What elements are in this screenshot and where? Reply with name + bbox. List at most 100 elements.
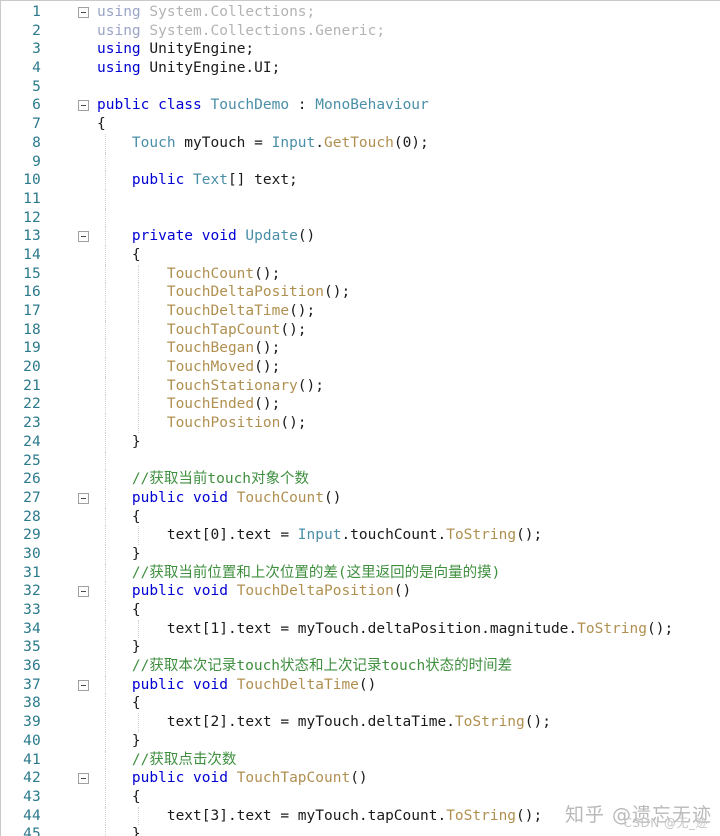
code-line[interactable]: 5 [1, 78, 720, 97]
code-line[interactable]: 6 public class TouchDemo : MonoBehaviour [1, 96, 720, 115]
code-text: Touch myTouch = Input.GetTouch(0); [97, 134, 429, 153]
code-line[interactable]: 32 public void TouchDeltaPosition() [1, 582, 720, 601]
fold-slot [78, 171, 92, 190]
line-number: 19 [23, 340, 41, 357]
code-line[interactable]: 26 //获取当前touch对象个数 [1, 470, 720, 489]
fold-slot [78, 22, 92, 41]
code-line[interactable]: 28 { [1, 507, 720, 527]
token-comment: //获取本次记录touch状态和上次记录touch状态的时间差 [97, 658, 513, 675]
token-method: TouchTapCount [236, 770, 351, 787]
code-line[interactable]: 24 } [1, 432, 720, 452]
code-line[interactable]: 22 TouchEnded(); [1, 395, 720, 415]
code-text: { [97, 788, 141, 807]
code-line[interactable]: 39 text[2].text = myTouch.deltaTime.ToSt… [1, 713, 720, 732]
fold-slot [78, 694, 92, 713]
code-text: public void TouchTapCount() [97, 769, 368, 788]
collapse-fold-icon[interactable] [78, 586, 89, 598]
code-line[interactable]: 7{ [1, 115, 720, 134]
token-method: TouchMoved [166, 359, 255, 376]
token-plain: { [97, 695, 141, 712]
code-line[interactable]: 9 [1, 152, 720, 172]
code-line[interactable]: 2 using System.Collections.Generic; [1, 22, 720, 41]
token-plain: text[1].text = myTouch.deltaPosition.mag… [97, 620, 578, 637]
line-number: 40 [23, 732, 41, 749]
token-plain: { [97, 602, 141, 618]
token-plain: } [97, 732, 141, 749]
token-kw: public void [131, 583, 237, 600]
collapse-fold-icon[interactable] [78, 100, 89, 112]
code-line[interactable]: 16 TouchDeltaPosition(); [1, 283, 720, 302]
token-method: TouchBegan [166, 340, 255, 357]
code-text: { [97, 508, 141, 527]
token-plain: } [97, 545, 141, 562]
code-line[interactable]: 30 } [1, 544, 720, 564]
collapse-fold-icon[interactable] [78, 231, 89, 243]
code-line[interactable]: 44 text[3].text = myTouch.tapCount.ToStr… [1, 806, 720, 826]
fold-slot [78, 40, 92, 59]
token-type: Touch [131, 134, 176, 151]
token-method: TouchDeltaPosition [236, 583, 394, 600]
line-number: 26 [23, 471, 41, 488]
code-line[interactable]: 31 //获取当前位置和上次位置的差(这里返回的是向量的摸) [1, 563, 720, 583]
code-line[interactable]: 14 { [1, 245, 720, 265]
collapse-fold-icon[interactable] [78, 679, 89, 691]
fold-slot [78, 788, 92, 807]
code-line[interactable]: 33 { [1, 601, 720, 620]
code-line[interactable]: 38 { [1, 694, 720, 714]
code-line[interactable]: 19 TouchBegan(); [1, 339, 720, 359]
collapse-fold-icon[interactable] [78, 492, 89, 504]
fold-slot [78, 153, 92, 172]
code-line[interactable]: 8 Touch myTouch = Input.GetTouch(0); [1, 133, 720, 153]
code-line[interactable]: 45 } [1, 825, 720, 836]
code-line[interactable]: 18 TouchTapCount(); [1, 320, 720, 340]
code-line[interactable]: 12 [1, 208, 720, 228]
code-line[interactable]: 13 private void Update() [1, 227, 720, 246]
code-line[interactable]: 10 public Text[] text; [1, 171, 720, 190]
token-kw: public void [131, 676, 237, 693]
code-line[interactable]: 21 TouchStationary(); [1, 376, 720, 396]
collapse-fold-icon[interactable] [78, 773, 89, 785]
fold-slot [78, 134, 92, 153]
code-line[interactable]: 40 } [1, 731, 720, 751]
token-type: Input [297, 527, 342, 544]
token-method: GetTouch [324, 134, 394, 151]
code-line[interactable]: 20 TouchMoved(); [1, 358, 720, 377]
code-line[interactable]: 11 [1, 189, 720, 209]
code-line[interactable]: 34 text[1].text = myTouch.deltaPosition.… [1, 619, 720, 639]
fold-slot [78, 209, 92, 228]
code-line[interactable]: 42 public void TouchTapCount() [1, 769, 720, 788]
code-line[interactable]: 43 { [1, 787, 720, 807]
token-plain: [] text; [227, 172, 298, 189]
code-line[interactable]: 37 public void TouchDeltaTime() [1, 675, 720, 695]
token-type: MonoBehaviour [315, 97, 429, 114]
code-line[interactable]: 4 using UnityEngine.UI; [1, 59, 720, 78]
code-line[interactable]: 15 TouchCount(); [1, 264, 720, 284]
token-type-dim: System.Collections.Generic; [149, 22, 386, 39]
token-kw: public void [131, 489, 237, 506]
code-text: } [97, 433, 141, 452]
code-line[interactable]: 25 [1, 451, 720, 471]
fold-slot [78, 377, 92, 396]
token-plain: () [393, 583, 412, 600]
code-line[interactable]: 35 } [1, 638, 720, 658]
code-line[interactable]: 41 //获取点击次数 [1, 750, 720, 770]
code-line[interactable]: 1 using System.Collections; [1, 3, 720, 22]
code-line[interactable]: 36 //获取本次记录touch状态和上次记录touch状态的时间差 [1, 657, 720, 676]
code-line[interactable]: 29 text[0].text = Input.touchCount.ToStr… [1, 526, 720, 545]
token-plain: () [350, 770, 368, 787]
line-number: 7 [32, 116, 41, 133]
fold-slot [78, 283, 92, 302]
fold-slot [78, 620, 92, 639]
code-text: using System.Collections.Generic; [97, 22, 385, 41]
token-plain: (); [254, 265, 281, 282]
code-line[interactable]: 17 TouchDeltaTime(); [1, 302, 720, 321]
code-line[interactable]: 23 TouchPosition(); [1, 414, 720, 433]
token-kw-dim: using [97, 22, 150, 39]
token-plain: text[3].text = myTouch.tapCount. [97, 807, 447, 824]
collapse-fold-icon[interactable] [78, 7, 89, 18]
line-number: 24 [23, 433, 41, 450]
code-line[interactable]: 27 public void TouchCount() [1, 488, 720, 508]
code-line[interactable]: 3 using UnityEngine; [1, 40, 720, 59]
